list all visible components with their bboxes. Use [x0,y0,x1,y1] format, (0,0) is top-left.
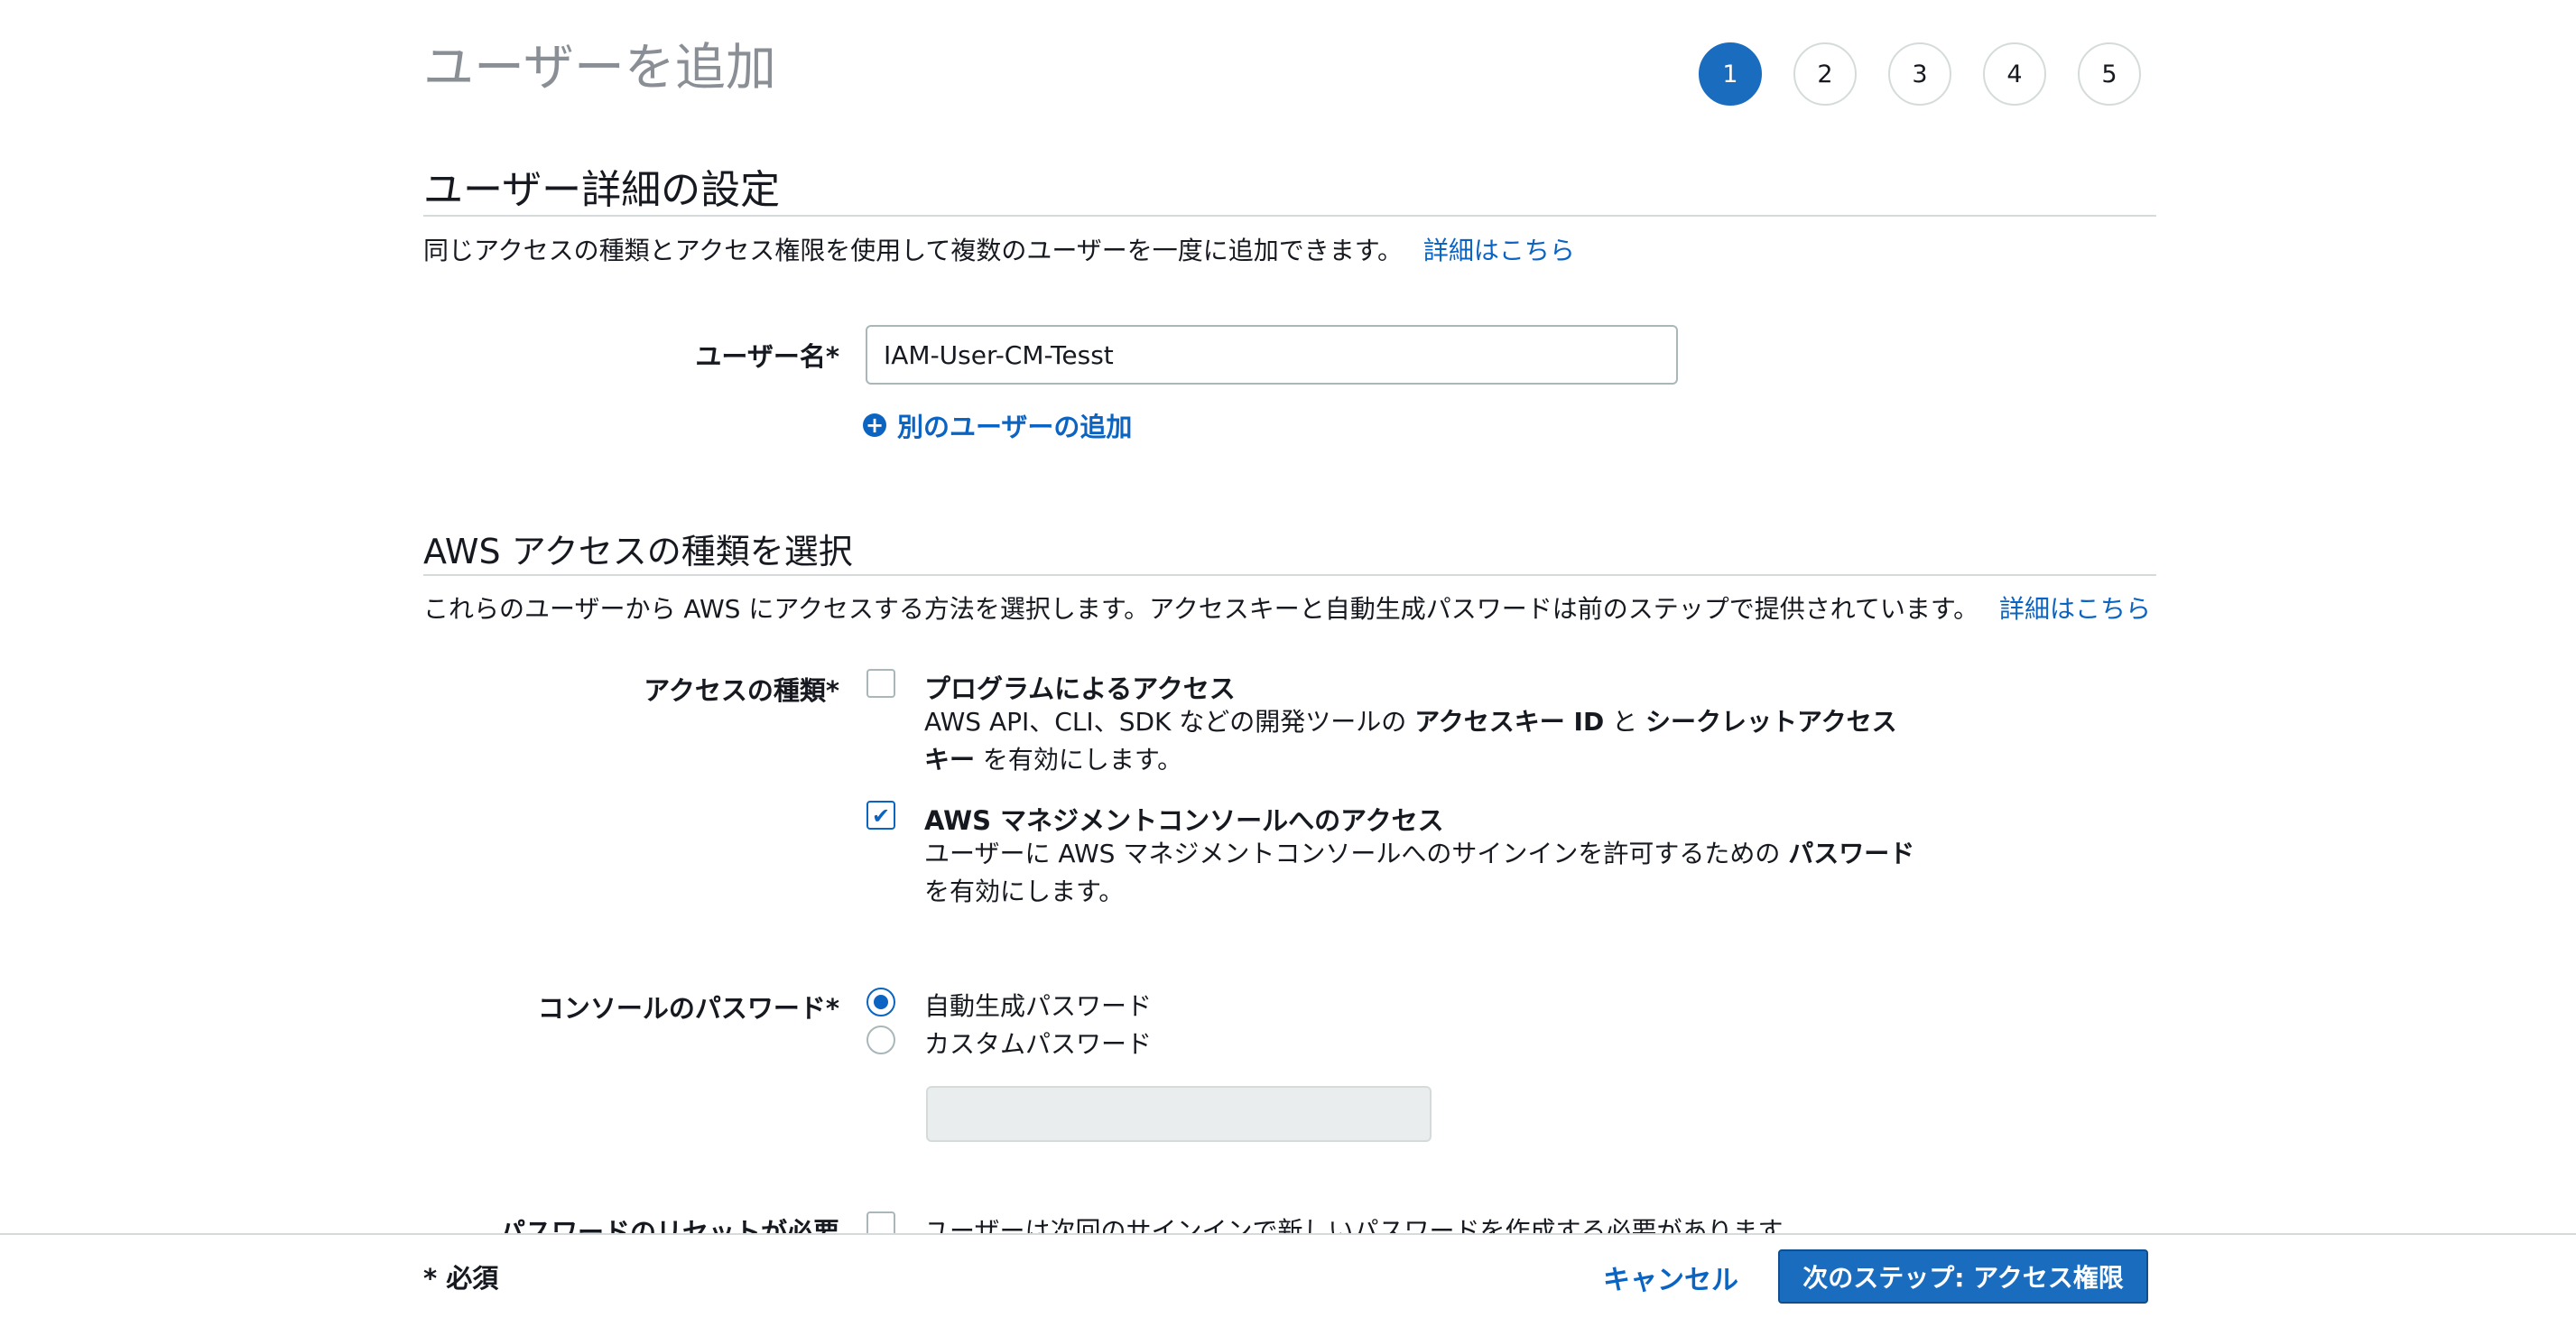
step-5[interactable]: 5 [2078,42,2141,106]
cancel-button[interactable]: キャンセル [1589,1251,1753,1304]
console-desc-text: ユーザーに AWS マネジメントコンソールへのサインインを許可するための [924,839,1789,868]
access-description-text: これらのユーザーから AWS にアクセスする方法を選択します。アクセスキーと自動… [423,594,1979,624]
details-divider [423,215,2156,217]
plus-circle-icon: + [863,413,886,437]
console-access-title: AWS マネジメントコンソールへのアクセス [924,805,1444,836]
programmatic-desc-and: と [1604,707,1646,737]
programmatic-desc-bold-key-id: アクセスキー ID [1414,707,1605,737]
programmatic-access-checkbox[interactable] [866,669,895,698]
step-2[interactable]: 2 [1793,42,1857,106]
username-input[interactable] [866,325,1678,385]
next-step-button[interactable]: 次のステップ: アクセス権限 [1778,1249,2148,1304]
custom-password-input[interactable] [926,1086,1432,1142]
access-divider [423,574,2156,576]
programmatic-access-title: プログラムによるアクセス [924,673,1236,704]
username-label: ユーザー名* [695,341,839,372]
access-learn-more-link[interactable]: 詳細はこちら [1999,594,2151,624]
footer-bar [0,1233,2576,1318]
auto-password-label: 自動生成パスワード [924,991,1153,1021]
step-3[interactable]: 3 [1888,42,1951,106]
add-user-page: ユーザーを追加 1 2 3 4 5 ユーザー詳細の設定 同じアクセスの種類とアク… [0,0,2576,1318]
custom-password-label: カスタムパスワード [924,1029,1153,1059]
custom-password-radio[interactable] [866,1026,895,1054]
console-access-description: ユーザーに AWS マネジメントコンソールへのサインインを許可するための パスワ… [924,835,1914,911]
step-4[interactable]: 4 [1983,42,2046,106]
page-title: ユーザーを追加 [423,39,776,97]
programmatic-desc-enable: を有効にします。 [975,745,1183,775]
add-another-user-label: 別のユーザーの追加 [897,412,1133,442]
programmatic-desc-bold-key: キー [924,745,976,775]
programmatic-desc-bold-secret: シークレットアクセス [1645,707,1897,737]
radio-selected-dot [874,995,888,1009]
console-password-label: コンソールのパスワード* [537,993,839,1024]
programmatic-access-description: AWS API、CLI、SDK などの開発ツールの アクセスキー ID と シー… [924,703,1897,779]
checkmark-icon: ✔ [872,803,891,829]
add-another-user-link[interactable]: + 別のユーザーの追加 [863,406,1132,444]
access-section-title: AWS アクセスの種類を選択 [423,532,853,571]
access-description: これらのユーザーから AWS にアクセスする方法を選択します。アクセスキーと自動… [423,589,2151,626]
required-note: * 必須 [423,1263,499,1294]
details-section-title: ユーザー詳細の設定 [423,167,781,213]
console-access-checkbox[interactable]: ✔ [866,801,895,830]
access-type-label: アクセスの種類* [644,675,839,706]
console-desc-enable: を有効にします。 [924,877,1125,906]
console-desc-bold-password: パスワード [1788,839,1915,868]
details-description-text: 同じアクセスの種類とアクセス権限を使用して複数のユーザーを一度に追加できます。 [423,236,1404,265]
step-1[interactable]: 1 [1699,42,1762,106]
programmatic-desc-text: AWS API、CLI、SDK などの開発ツールの [924,707,1415,737]
details-learn-more-link[interactable]: 詳細はこちら [1423,236,1575,265]
auto-password-radio[interactable] [866,988,895,1016]
details-description: 同じアクセスの種類とアクセス権限を使用して複数のユーザーを一度に追加できます。 … [423,231,1575,267]
